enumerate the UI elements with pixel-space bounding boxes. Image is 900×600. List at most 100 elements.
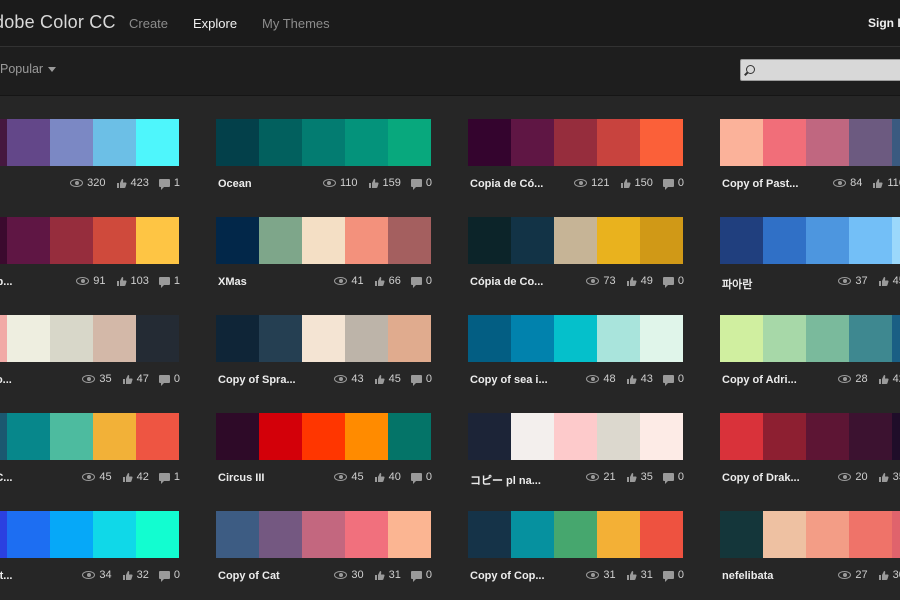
comments-stat[interactable]: 0: [662, 569, 684, 582]
color-swatch[interactable]: [849, 217, 892, 264]
app-logo-title[interactable]: dobe Color CC: [0, 12, 116, 33]
color-palette[interactable]: [0, 511, 179, 558]
color-swatch[interactable]: [640, 217, 683, 264]
color-swatch[interactable]: [763, 217, 806, 264]
color-swatch[interactable]: [136, 119, 179, 166]
theme-title[interactable]: Copy of Adri...: [722, 374, 797, 386]
theme-title[interactable]: nefelibata: [722, 570, 773, 582]
theme-card[interactable]: XMas 41 66 0: [216, 194, 432, 288]
comments-stat[interactable]: 1: [158, 177, 180, 190]
color-swatch[interactable]: [849, 413, 892, 460]
search-input[interactable]: [740, 59, 900, 81]
color-swatch[interactable]: [763, 119, 806, 166]
likes-stat[interactable]: 31: [626, 569, 653, 581]
comments-stat[interactable]: 0: [158, 373, 180, 386]
color-swatch[interactable]: [892, 217, 900, 264]
thumbs-up-icon[interactable]: [626, 276, 637, 287]
color-swatch[interactable]: [640, 511, 683, 558]
theme-card[interactable]: Ocean 110 159 0: [216, 96, 432, 190]
color-swatch[interactable]: [136, 511, 179, 558]
color-swatch[interactable]: [93, 119, 136, 166]
color-palette[interactable]: [0, 413, 179, 460]
color-swatch[interactable]: [468, 413, 511, 460]
theme-card[interactable]: nefelibata27300: [720, 488, 900, 582]
color-palette[interactable]: [720, 315, 900, 362]
color-swatch[interactable]: [50, 217, 93, 264]
color-swatch[interactable]: [0, 315, 7, 362]
thumbs-up-icon[interactable]: [872, 178, 883, 189]
comment-icon[interactable]: [410, 375, 422, 386]
theme-title[interactable]: Copy of Cat: [218, 570, 280, 582]
comment-icon[interactable]: [662, 179, 674, 190]
comments-stat[interactable]: 0: [662, 177, 684, 190]
likes-stat[interactable]: 42: [878, 373, 900, 385]
likes-stat[interactable]: 47: [122, 373, 149, 385]
color-swatch[interactable]: [511, 217, 554, 264]
theme-title[interactable]: ...irmfo...: [0, 374, 12, 386]
theme-title[interactable]: 파아란: [722, 276, 752, 292]
color-palette[interactable]: [720, 511, 900, 558]
theme-card[interactable]: Copia de Có... 121 150 0: [468, 96, 684, 190]
comments-stat[interactable]: 0: [410, 177, 432, 190]
likes-stat[interactable]: 35: [626, 471, 653, 483]
theme-card[interactable]: 파아란37450: [720, 194, 900, 291]
theme-title[interactable]: Cópia de Co...: [470, 276, 543, 288]
color-swatch[interactable]: [0, 217, 7, 264]
theme-card[interactable]: Copy of Spra... 43 45 0: [216, 292, 432, 386]
color-swatch[interactable]: [806, 217, 849, 264]
color-swatch[interactable]: [806, 413, 849, 460]
likes-stat[interactable]: 66: [374, 275, 401, 287]
likes-stat[interactable]: 35: [878, 471, 900, 483]
comment-icon[interactable]: [410, 277, 422, 288]
color-swatch[interactable]: [93, 511, 136, 558]
color-swatch[interactable]: [554, 511, 597, 558]
color-swatch[interactable]: [7, 413, 50, 460]
color-swatch[interactable]: [216, 413, 259, 460]
thumbs-up-icon[interactable]: [626, 570, 637, 581]
thumbs-up-icon[interactable]: [122, 472, 133, 483]
theme-title[interactable]: コピー pl na...: [470, 472, 541, 488]
color-palette[interactable]: [0, 217, 179, 264]
color-swatch[interactable]: [259, 119, 302, 166]
comments-stat[interactable]: 0: [410, 275, 432, 288]
thumbs-up-icon[interactable]: [878, 374, 889, 385]
color-swatch[interactable]: [259, 315, 302, 362]
thumbs-up-icon[interactable]: [374, 276, 385, 287]
color-swatch[interactable]: [720, 511, 763, 558]
thumbs-up-icon[interactable]: [374, 570, 385, 581]
color-swatch[interactable]: [0, 119, 7, 166]
color-swatch[interactable]: [345, 119, 388, 166]
color-swatch[interactable]: [0, 511, 7, 558]
color-swatch[interactable]: [511, 511, 554, 558]
color-swatch[interactable]: [806, 511, 849, 558]
color-swatch[interactable]: [597, 413, 640, 460]
comment-icon[interactable]: [410, 473, 422, 484]
theme-title[interactable]: Ocean: [218, 178, 252, 190]
color-swatch[interactable]: [388, 119, 431, 166]
theme-card[interactable]: Copy of Past...841160: [720, 96, 900, 190]
color-swatch[interactable]: [50, 511, 93, 558]
color-swatch[interactable]: [7, 315, 50, 362]
color-swatch[interactable]: [7, 511, 50, 558]
color-swatch[interactable]: [302, 315, 345, 362]
thumbs-up-icon[interactable]: [620, 178, 631, 189]
likes-stat[interactable]: 49: [626, 275, 653, 287]
likes-stat[interactable]: 103: [116, 275, 149, 287]
likes-stat[interactable]: 159: [368, 177, 401, 189]
thumbs-up-icon[interactable]: [878, 570, 889, 581]
color-swatch[interactable]: [345, 511, 388, 558]
color-swatch[interactable]: [554, 413, 597, 460]
thumbs-up-icon[interactable]: [368, 178, 379, 189]
color-palette[interactable]: [720, 413, 900, 460]
color-swatch[interactable]: [259, 413, 302, 460]
comment-icon[interactable]: [662, 375, 674, 386]
likes-stat[interactable]: 45: [878, 275, 900, 287]
color-palette[interactable]: [0, 315, 179, 362]
likes-stat[interactable]: 40: [374, 471, 401, 483]
comments-stat[interactable]: 0: [410, 569, 432, 582]
theme-card[interactable]: ...f Cop... 91 103 1: [0, 194, 180, 288]
thumbs-up-icon[interactable]: [626, 472, 637, 483]
color-swatch[interactable]: [302, 217, 345, 264]
theme-title[interactable]: Copy of Drak...: [722, 472, 800, 484]
color-palette[interactable]: [720, 217, 900, 264]
